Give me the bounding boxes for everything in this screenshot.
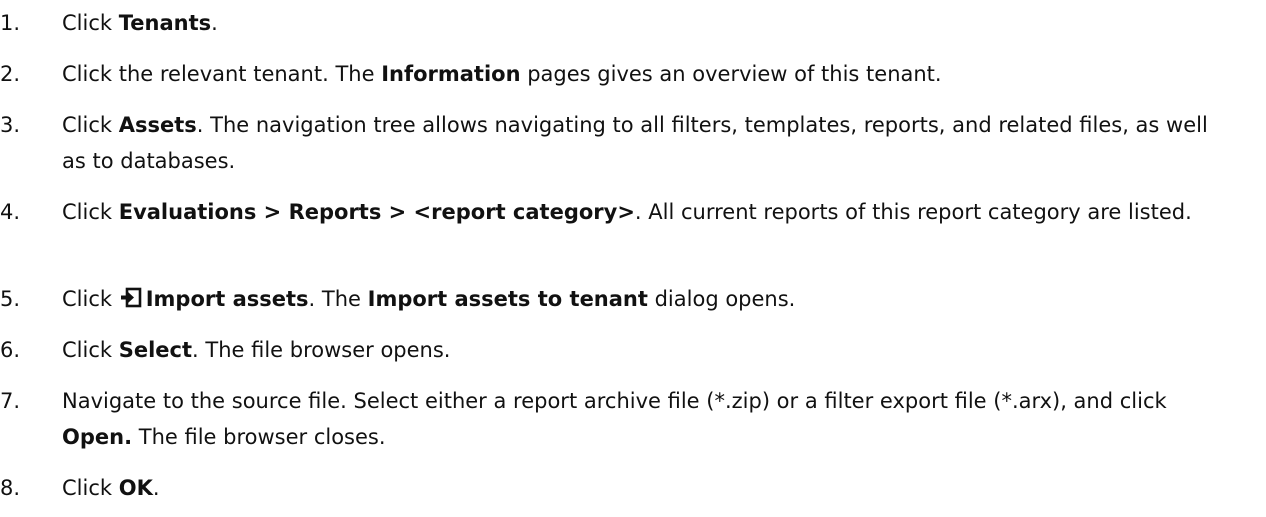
ui-term-import-dialog: Import assets to tenant	[367, 287, 648, 311]
step-text: Click Tenants.	[62, 11, 218, 35]
step-number: 5.	[0, 287, 21, 311]
ui-term-assets: Assets	[118, 113, 197, 137]
import-assets-icon	[120, 284, 143, 320]
step-text: Click Import assets. The Import assets t…	[62, 281, 1237, 320]
step-number: 8.	[0, 476, 21, 500]
step-text: Click the relevant tenant. The Informati…	[62, 62, 942, 86]
step-text: Navigate to the source file. Select eith…	[62, 389, 1167, 449]
ui-term-select: Select	[118, 338, 193, 362]
step-number: 1.	[0, 11, 21, 35]
numbered-instruction-list: 1. Click Tenants. 2. Click the relevant …	[0, 0, 1266, 517]
step-text: Click Select. The file browser opens.	[62, 338, 451, 362]
step-text: Click OK.	[62, 476, 160, 500]
step-text: Click Assets. The navigation tree allows…	[62, 113, 1208, 173]
ui-term-information: Information	[381, 62, 521, 86]
step-number: 6.	[0, 338, 21, 362]
ui-term-ok: OK	[118, 476, 153, 500]
ui-term-import-assets: Import assets	[145, 287, 309, 311]
step-number: 4.	[0, 200, 21, 224]
ui-term-tenants: Tenants	[118, 11, 212, 35]
step-number: 7.	[0, 389, 21, 413]
ui-term-report-path: Evaluations > Reports > <report category…	[118, 200, 635, 224]
ui-term-open: Open.	[62, 425, 133, 449]
step-number: 2.	[0, 62, 21, 86]
step-text: Click Evaluations > Reports > <report ca…	[62, 200, 1192, 224]
step-number: 3.	[0, 113, 21, 137]
